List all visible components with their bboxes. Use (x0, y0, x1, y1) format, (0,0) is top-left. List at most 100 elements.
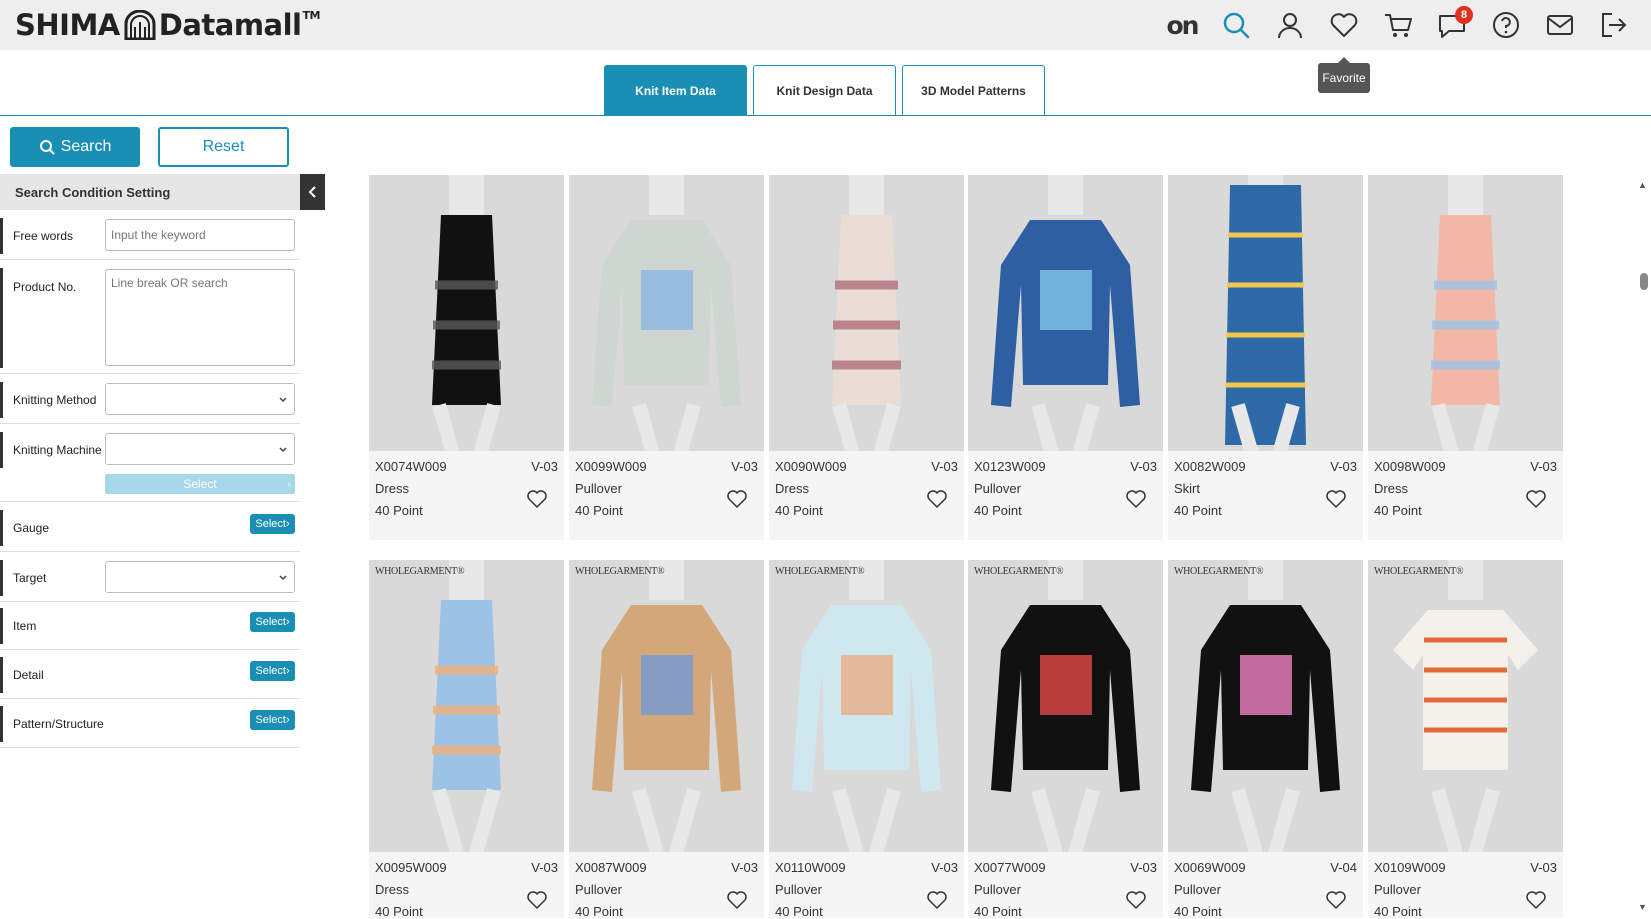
favorite-heart-icon[interactable] (726, 489, 748, 509)
scroll-up-arrow[interactable]: ▲ (1638, 180, 1647, 190)
product-image[interactable] (1168, 175, 1363, 451)
favorite-heart-icon[interactable] (526, 890, 548, 910)
product-image[interactable]: WHOLEGARMENT® (1168, 560, 1363, 852)
product-card[interactable]: WHOLEGARMENT® X0087W009 V-03 Pullover 40 Poi… (569, 560, 764, 919)
favorite-heart-icon[interactable] (1325, 890, 1347, 910)
product-image[interactable]: WHOLEGARMENT® (569, 560, 764, 852)
knitting-method-select[interactable] (105, 383, 295, 415)
shima-datamall-logo[interactable]: SHIMA Datamall TM (15, 7, 320, 43)
free-words-input[interactable] (105, 219, 295, 251)
product-image[interactable]: WHOLEGARMENT® (1368, 560, 1563, 852)
product-type: Dress (1374, 481, 1408, 496)
garment-image (592, 560, 741, 852)
favorite-heart-icon[interactable] (1525, 489, 1547, 509)
gauge-select-button[interactable]: Select › (250, 514, 295, 534)
product-card[interactable]: X0082W009 V-03 Skirt 40 Point (1168, 175, 1363, 540)
favorite-tooltip: Favorite (1318, 57, 1370, 93)
product-version: V-03 (931, 860, 958, 875)
product-image[interactable]: WHOLEGARMENT® (369, 560, 564, 852)
tab-3d-model-patterns[interactable]: 3D Model Patterns (902, 65, 1045, 116)
collapse-panel-button[interactable] (300, 174, 325, 210)
product-image[interactable] (1368, 175, 1563, 451)
condition-knitting-machine: Knitting Machine Select › (0, 426, 300, 502)
garment-image (991, 560, 1140, 852)
product-points: 40 Point (1374, 904, 1422, 919)
product-image[interactable] (569, 175, 764, 451)
heart-icon[interactable] (1317, 0, 1371, 50)
wholegarment-label: WHOLEGARMENT® (974, 566, 1064, 577)
product-image[interactable] (369, 175, 564, 451)
on-logo-text: on (1166, 10, 1200, 40)
product-type: Dress (775, 481, 809, 496)
knitting-machine-select[interactable] (105, 433, 295, 465)
search-button-icon (39, 140, 55, 155)
product-points: 40 Point (575, 503, 623, 518)
help-icon[interactable] (1479, 0, 1533, 50)
product-version: V-03 (731, 459, 758, 474)
product-type: Pullover (1374, 882, 1421, 897)
product-code: X0087W009 (575, 860, 647, 875)
mail-icon[interactable] (1533, 0, 1587, 50)
chevron-down-icon (279, 447, 287, 453)
product-card[interactable]: WHOLEGARMENT® X0069W009 V-04 Pullover 40 Poi… (1168, 560, 1363, 919)
top-header: SHIMA Datamall TM on 8 (0, 0, 1651, 50)
knitting-machine-select-bar[interactable]: Select › (105, 474, 295, 494)
product-version: V-03 (1530, 459, 1557, 474)
condition-product-no: Product No. (0, 262, 300, 374)
product-points: 40 Point (1174, 904, 1222, 919)
product-no-textarea[interactable] (105, 269, 295, 366)
wholegarment-label: WHOLEGARMENT® (575, 566, 665, 577)
product-image[interactable]: WHOLEGARMENT® (769, 560, 964, 852)
tab-divider (0, 115, 1651, 116)
favorite-heart-icon[interactable] (726, 890, 748, 910)
user-icon[interactable] (1263, 0, 1317, 50)
chevron-right-icon: › (287, 478, 291, 490)
reset-button[interactable]: Reset (158, 127, 289, 167)
product-image[interactable]: WHOLEGARMENT® (968, 560, 1163, 852)
product-code: X0098W009 (1374, 459, 1446, 474)
product-card[interactable]: WHOLEGARMENT® X0110W009 V-03 Pullover 40 Poi… (769, 560, 964, 919)
detail-select-button[interactable]: Select › (250, 661, 295, 681)
favorite-heart-icon[interactable] (1125, 890, 1147, 910)
product-card[interactable]: X0123W009 V-03 Pullover 40 Point (968, 175, 1163, 540)
tab-knit-item-data[interactable]: Knit Item Data (604, 65, 747, 116)
product-code: X0095W009 (375, 860, 447, 875)
product-version: V-03 (1130, 860, 1157, 875)
garment-image (432, 175, 501, 451)
scroll-down-arrow[interactable]: ▼ (1638, 902, 1647, 912)
favorite-heart-icon[interactable] (1525, 890, 1547, 910)
target-select[interactable] (105, 561, 295, 593)
select-button-label: Select (255, 714, 286, 726)
product-card[interactable]: X0099W009 V-03 Pullover 40 Point (569, 175, 764, 540)
favorite-heart-icon[interactable] (926, 489, 948, 509)
product-card[interactable]: X0074W009 V-03 Dress 40 Point (369, 175, 564, 540)
on-logo-icon[interactable]: on (1155, 0, 1209, 50)
product-card[interactable]: X0090W009 V-03 Dress 40 Point (769, 175, 964, 540)
favorite-heart-icon[interactable] (926, 890, 948, 910)
cart-icon[interactable] (1371, 0, 1425, 50)
logout-icon[interactable] (1587, 0, 1641, 50)
chat-badge: 8 (1455, 6, 1473, 24)
scrollbar-thumb[interactable] (1640, 273, 1648, 290)
product-points: 40 Point (974, 904, 1022, 919)
free-words-label: Free words (0, 218, 73, 254)
wholegarment-label: WHOLEGARMENT® (1174, 566, 1264, 577)
pattern-select-button[interactable]: Select › (250, 710, 295, 730)
search-icon[interactable] (1209, 0, 1263, 50)
item-select-button[interactable]: Select › (250, 612, 295, 632)
search-button[interactable]: Search (10, 127, 140, 167)
product-image[interactable] (968, 175, 1163, 451)
favorite-heart-icon[interactable] (526, 489, 548, 509)
product-code: X0077W009 (974, 860, 1046, 875)
chat-icon[interactable]: 8 (1425, 0, 1479, 50)
tab-knit-design-data[interactable]: Knit Design Data (753, 65, 896, 116)
product-card[interactable]: X0098W009 V-03 Dress 40 Point (1368, 175, 1563, 540)
product-card[interactable]: WHOLEGARMENT® X0095W009 V-03 Dress 40 Point (369, 560, 564, 919)
chevron-left-icon (308, 186, 316, 198)
product-image[interactable] (769, 175, 964, 451)
product-code: X0082W009 (1174, 459, 1246, 474)
product-card[interactable]: WHOLEGARMENT® X0109W009 V-03 Pullover 40 Poi… (1368, 560, 1563, 919)
favorite-heart-icon[interactable] (1325, 489, 1347, 509)
product-card[interactable]: WHOLEGARMENT® X0077W009 V-03 Pullover 40 Poi… (968, 560, 1163, 919)
favorite-heart-icon[interactable] (1125, 489, 1147, 509)
